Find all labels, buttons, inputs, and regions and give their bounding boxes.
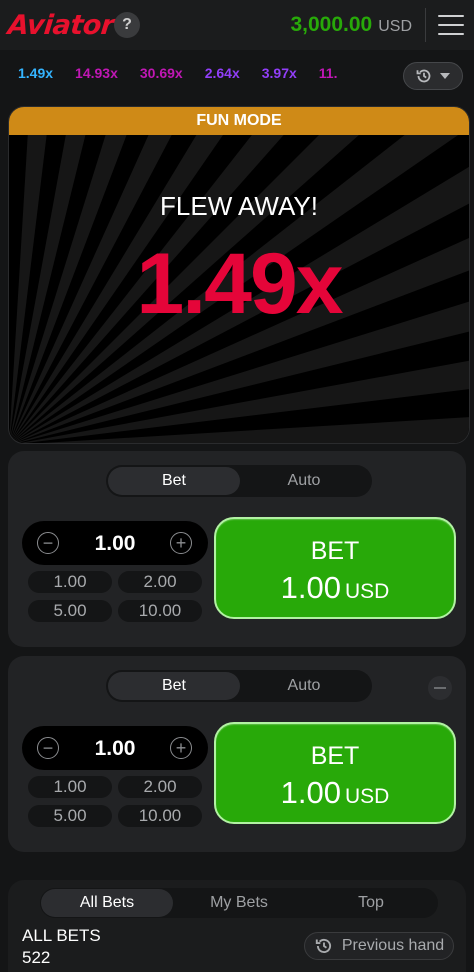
remove-bet-panel-button[interactable] — [428, 676, 452, 700]
all-bets-count: 522 — [22, 948, 51, 967]
minus-icon — [434, 687, 446, 689]
tab-auto[interactable]: Auto — [238, 467, 370, 495]
history-clock-icon — [315, 938, 331, 954]
history-item[interactable]: 11. — [319, 65, 338, 81]
tab-all-bets[interactable]: All Bets — [41, 889, 173, 917]
increase-stake-button[interactable]: + — [170, 532, 192, 554]
bet-button-label: BET — [310, 537, 360, 565]
tab-bet[interactable]: Bet — [108, 467, 240, 495]
history-item[interactable]: 14.93x — [75, 65, 118, 81]
bet-button-label: BET — [310, 742, 360, 770]
balance: 3,000.00 USD — [290, 13, 412, 37]
tab-bet[interactable]: Bet — [108, 672, 240, 700]
bet-button-amount: 1.00 — [280, 775, 341, 810]
bet-mode-tabs: Bet Auto — [106, 465, 372, 497]
bet-button-amount-line: 1.00 USD — [216, 775, 454, 811]
help-button[interactable]: ? — [114, 12, 140, 38]
history-clock-icon — [416, 69, 431, 83]
tab-auto[interactable]: Auto — [238, 672, 370, 700]
stake-stepper: − 1.00 + — [22, 726, 208, 770]
flew-away-label: FLEW AWAY! — [160, 191, 318, 221]
bets-tabs: All Bets My Bets Top — [40, 888, 438, 918]
place-bet-button[interactable]: BET 1.00 USD — [214, 722, 456, 824]
game-canvas: FUN MODE FLEW AWAY! 1.49x — [8, 106, 470, 444]
header-divider — [425, 8, 426, 42]
all-bets-title: ALL BETS — [22, 926, 101, 945]
bet-panel-1: Bet Auto − 1.00 + 1.00 2.00 5.00 10.00 B… — [8, 451, 466, 647]
stake-stepper: − 1.00 + — [22, 521, 208, 565]
bet-button-currency: USD — [345, 785, 390, 808]
previous-hand-label: Previous hand — [341, 937, 445, 954]
previous-hand-button[interactable]: Previous hand — [304, 932, 454, 960]
bet-panel-2: Bet Auto − 1.00 + 1.00 2.00 5.00 10.00 B… — [8, 656, 466, 852]
bet-mode-tabs: Bet Auto — [106, 670, 372, 702]
history-item[interactable]: 1.49x — [18, 65, 53, 81]
increase-stake-button[interactable]: + — [170, 737, 192, 759]
balance-amount: 3,000.00 — [290, 13, 373, 36]
aviator-logo[interactable]: Aviator — [6, 10, 115, 41]
quick-amount-button[interactable]: 2.00 — [118, 571, 202, 593]
history-item[interactable]: 2.64x — [205, 65, 240, 81]
tab-top[interactable]: Top — [305, 889, 437, 917]
history-toggle-button[interactable] — [403, 62, 463, 90]
fun-mode-banner: FUN MODE — [9, 107, 469, 135]
history-item[interactable]: 3.97x — [262, 65, 297, 81]
quick-amount-button[interactable]: 2.00 — [118, 776, 202, 798]
chevron-down-icon — [440, 73, 450, 79]
place-bet-button[interactable]: BET 1.00 USD — [214, 517, 456, 619]
top-header: Aviator ? 3,000.00 USD — [0, 0, 474, 50]
quick-amount-button[interactable]: 1.00 — [28, 776, 112, 798]
history-fade — [360, 62, 400, 90]
hamburger-menu-icon[interactable] — [438, 14, 464, 36]
bet-button-currency: USD — [345, 580, 390, 603]
bets-section: All Bets My Bets Top ALL BETS 522 Previo… — [8, 880, 466, 972]
bet-button-amount: 1.00 — [280, 570, 341, 605]
quick-amount-button[interactable]: 5.00 — [28, 805, 112, 827]
quick-amount-button[interactable]: 10.00 — [118, 805, 202, 827]
quick-amount-button[interactable]: 10.00 — [118, 600, 202, 622]
quick-amount-button[interactable]: 1.00 — [28, 571, 112, 593]
crash-multiplier: 1.49x — [136, 236, 343, 332]
history-item[interactable]: 30.69x — [140, 65, 183, 81]
balance-currency: USD — [378, 18, 412, 35]
bet-button-amount-line: 1.00 USD — [216, 570, 454, 606]
tab-my-bets[interactable]: My Bets — [173, 889, 305, 917]
quick-amount-button[interactable]: 5.00 — [28, 600, 112, 622]
history-list: 1.49x 14.93x 30.69x 2.64x 3.97x 11. — [18, 65, 398, 87]
